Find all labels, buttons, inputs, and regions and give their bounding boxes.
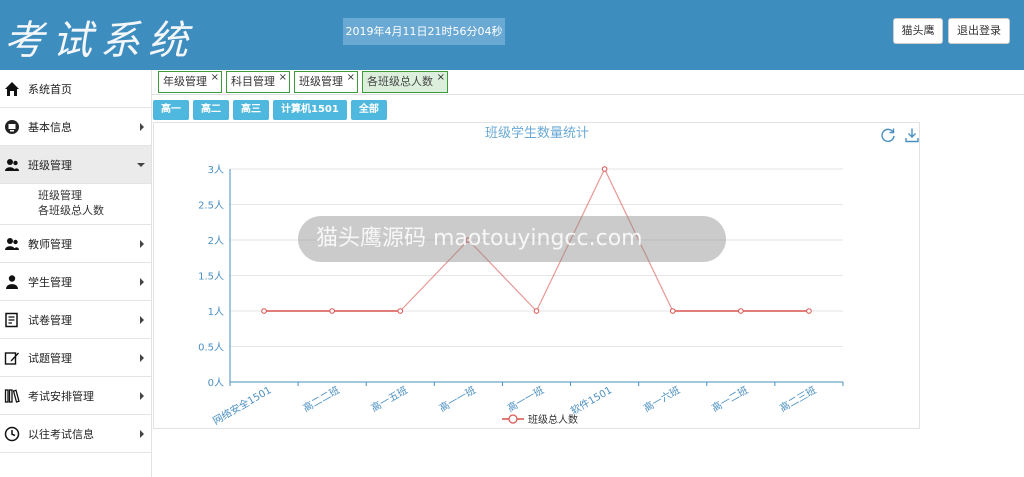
x-tick-label: 高一五班 [369, 383, 410, 414]
data-point [533, 308, 540, 314]
data-point [329, 308, 335, 314]
y-tick-label: 0.5人 [198, 342, 224, 354]
data-point [397, 308, 404, 314]
y-tick-label: 1人 [208, 306, 224, 318]
y-tick-label: 0人 [208, 377, 224, 389]
chart-title: 班级学生数量统计 [485, 125, 589, 141]
x-tick-label: 高二三班 [777, 383, 818, 414]
x-tick-label: 软件1501 [568, 383, 614, 417]
legend-marker [508, 414, 518, 424]
data-point [738, 308, 744, 314]
data-point [806, 308, 812, 314]
y-tick-label: 1.5人 [198, 271, 224, 283]
data-point [601, 166, 608, 172]
chart-axes: 0人0.5人1人1.5人2人2.5人3人网络安全1501 高二二班 高一五班 高一一班… [198, 164, 844, 427]
data-point [261, 308, 267, 314]
watermark-overlay: 猫头鹰源码 maotouyingcc.com [298, 216, 726, 262]
x-tick-label: 网络安全1501 [210, 383, 273, 427]
x-tick-label: 高一一班 [437, 383, 478, 414]
legend-label: 班级总人数 [528, 413, 578, 426]
chart-legend[interactable]: 班级总人数 [502, 413, 578, 426]
x-tick-label: 高二二班 [301, 383, 342, 414]
data-point [669, 308, 676, 314]
y-tick-label: 2人 [208, 235, 224, 247]
y-tick-label: 3人 [208, 164, 224, 176]
y-tick-label: 2.5人 [198, 200, 224, 212]
x-tick-label: 高一一班 [505, 383, 546, 414]
x-tick-label: 高一二班 [709, 383, 750, 414]
x-tick-label: 高一六班 [641, 383, 682, 414]
